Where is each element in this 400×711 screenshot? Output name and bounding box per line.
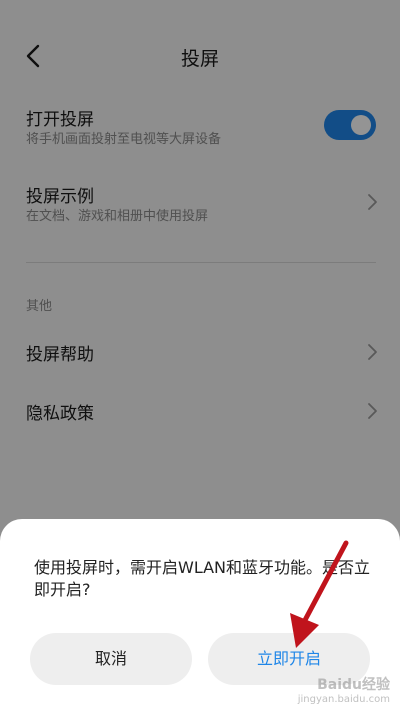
watermark-brand: Baidu经验 (317, 677, 390, 693)
dialog-message: 使用投屏时，需开启WLAN和蓝牙功能。是否立即开启? (34, 558, 371, 599)
cancel-button[interactable]: 取消 (30, 633, 192, 685)
watermark: Baidu经验 jingyan.baidu.com (298, 674, 390, 705)
watermark-url: jingyan.baidu.com (297, 694, 390, 705)
screen: 投屏 打开投屏 将手机画面投射至电视等大屏设备 投屏示例 在文档、游戏和相册中使… (0, 0, 400, 711)
